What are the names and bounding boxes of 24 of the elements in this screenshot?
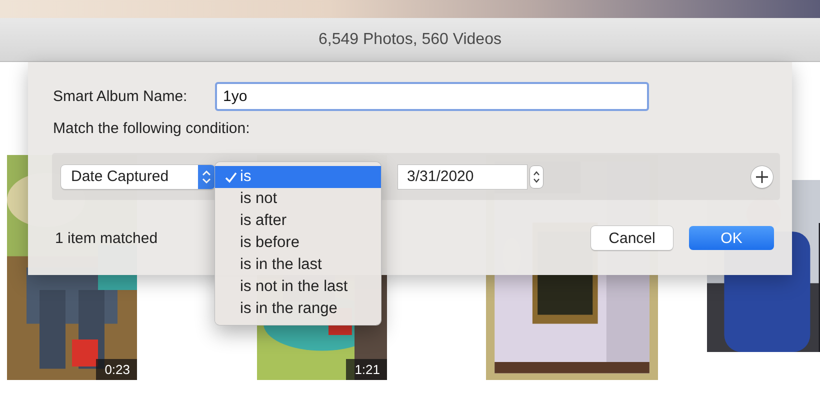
video-duration: 1:21 bbox=[346, 359, 387, 380]
check-icon bbox=[225, 172, 237, 183]
menu-item[interactable]: is not in the last bbox=[215, 276, 381, 298]
add-condition-button[interactable] bbox=[751, 166, 773, 188]
match-label: Match the following condition: bbox=[53, 120, 251, 139]
plus-icon bbox=[755, 170, 769, 184]
ok-button[interactable]: OK bbox=[689, 226, 774, 250]
album-name-field[interactable]: 1yo bbox=[215, 82, 649, 111]
menu-item[interactable]: is after bbox=[215, 210, 381, 232]
menu-item[interactable]: is before bbox=[215, 232, 381, 254]
match-count: 1 item matched bbox=[54, 230, 158, 246]
menu-item[interactable]: is in the range bbox=[215, 298, 381, 320]
album-name-label: Smart Album Name: bbox=[52, 88, 188, 105]
menu-item[interactable]: is bbox=[215, 166, 381, 188]
cancel-button[interactable]: Cancel bbox=[591, 226, 673, 250]
video-duration: 0:23 bbox=[96, 359, 137, 380]
menu-item[interactable]: is not bbox=[215, 188, 381, 210]
chevrons-icon bbox=[533, 170, 540, 184]
field-popup[interactable]: Date Captured bbox=[61, 164, 215, 188]
window-title: 6,549 Photos, 560 Videos bbox=[318, 30, 502, 48]
date-field[interactable]: 3/31/2020 bbox=[398, 164, 527, 188]
date-stepper[interactable] bbox=[530, 166, 543, 188]
menu-item[interactable]: is in the last bbox=[215, 254, 381, 276]
chevrons-icon bbox=[202, 170, 211, 184]
